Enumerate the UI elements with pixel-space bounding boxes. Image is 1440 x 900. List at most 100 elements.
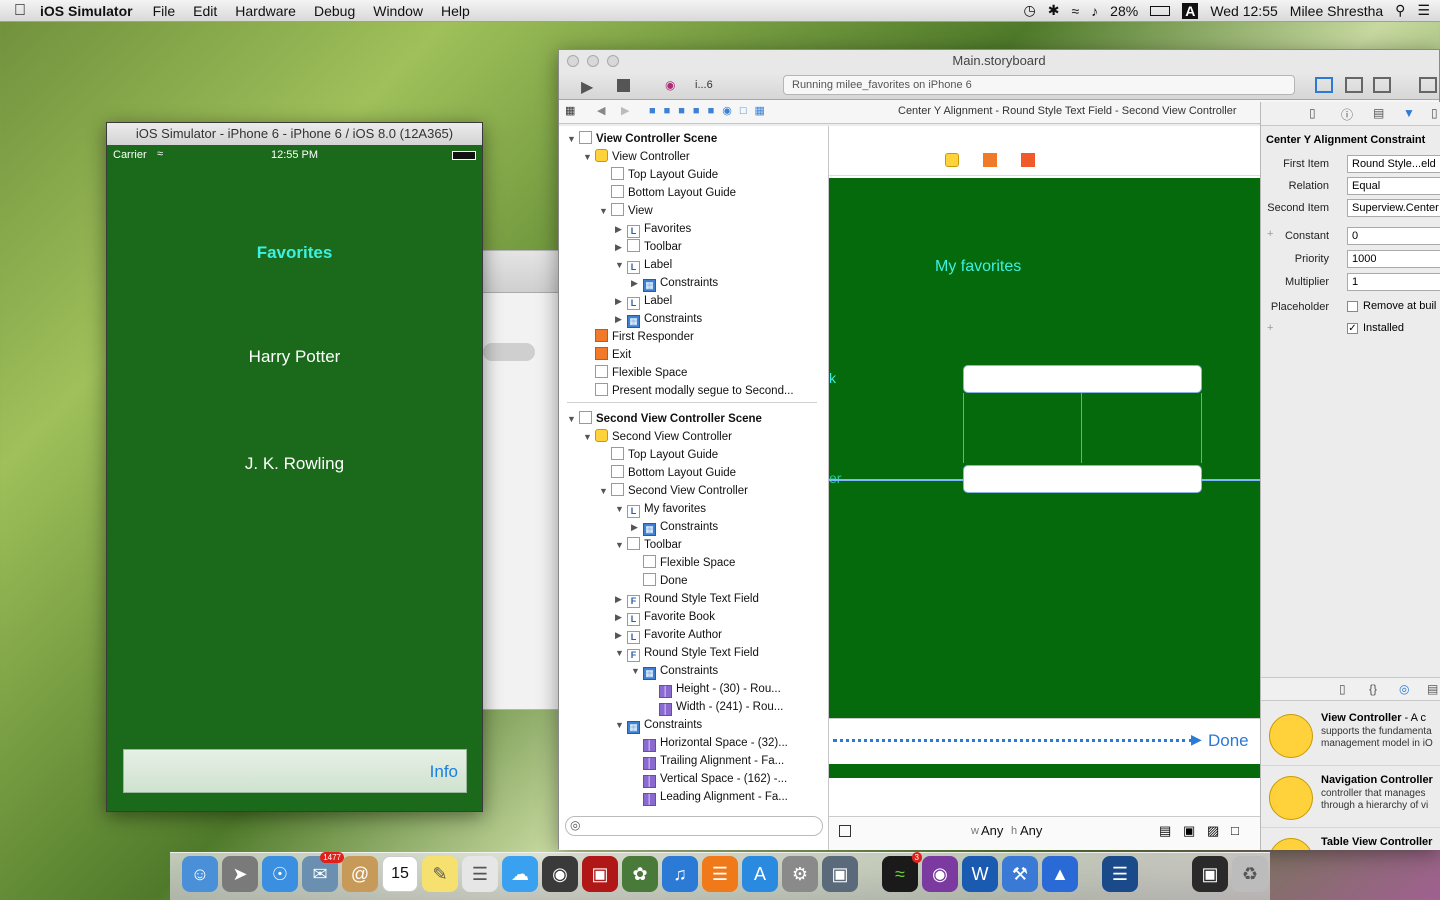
close-button[interactable] bbox=[567, 55, 579, 67]
wifi-icon[interactable]: ≈ bbox=[1071, 3, 1079, 19]
outline-row[interactable]: ▼ Second View Controller Scene bbox=[567, 410, 762, 428]
spotify-dock-icon[interactable]: ≈ 3 bbox=[882, 852, 922, 892]
disclosure-triangle-icon[interactable]: ▶ bbox=[631, 518, 643, 536]
object-library-icon[interactable]: ◎ bbox=[1399, 682, 1409, 696]
disclosure-triangle-icon[interactable]: ▶ bbox=[615, 292, 627, 310]
disclosure-triangle-icon[interactable]: ▶ bbox=[615, 590, 627, 608]
outline-row[interactable]: First Responder bbox=[583, 328, 694, 346]
info-button[interactable]: Info bbox=[430, 762, 458, 782]
document-dock-icon[interactable]: ☰ bbox=[1102, 856, 1138, 892]
toggle-outline-icon[interactable] bbox=[839, 825, 851, 837]
outline-row[interactable]: ▶ ▦ Constraints bbox=[631, 518, 718, 536]
text-field-author[interactable] bbox=[963, 465, 1202, 493]
disclosure-triangle-icon[interactable]: ▼ bbox=[567, 130, 579, 148]
outline-row[interactable]: Bottom Layout Guide bbox=[599, 464, 736, 482]
my-favorites-label[interactable]: My favorites bbox=[935, 258, 1021, 276]
exit-dock-icon[interactable] bbox=[1021, 153, 1035, 167]
run-button[interactable]: ▶ bbox=[581, 77, 593, 97]
calendar-dock-icon[interactable]: 15 bbox=[382, 856, 418, 892]
related-items-icon[interactable]: ▦ bbox=[565, 104, 575, 117]
word-dock-icon[interactable]: W bbox=[962, 856, 998, 892]
outline-row[interactable]: ▼ L Label bbox=[615, 256, 672, 274]
outline-row[interactable]: │ Width - (241) - Rou... bbox=[647, 698, 783, 716]
navigator-toggle-icon[interactable] bbox=[1419, 77, 1437, 93]
outline-row[interactable]: ▼ View Controller bbox=[583, 148, 690, 166]
breadcrumb-icons[interactable]: ■■■■■◉□▦ bbox=[649, 104, 773, 117]
finder-selection-row[interactable] bbox=[483, 343, 535, 361]
outline-row[interactable]: ▶ F Round Style Text Field bbox=[615, 590, 759, 608]
xcode-dock-icon[interactable]: ⚒ bbox=[1002, 856, 1038, 892]
outline-row[interactable]: Flexible Space bbox=[583, 364, 687, 382]
view-controller-dock-icon[interactable] bbox=[945, 153, 959, 167]
disclosure-triangle-icon[interactable]: ▼ bbox=[599, 482, 611, 500]
media-library-icon[interactable]: ▤ bbox=[1427, 682, 1438, 696]
app-store-dock-icon[interactable]: A bbox=[742, 856, 778, 892]
storyboard-canvas[interactable]: My favorites k er ▶ Done w Any h Any ▤ ▣… bbox=[829, 126, 1260, 850]
disclosure-triangle-icon[interactable]: ▼ bbox=[567, 410, 579, 428]
stop-button[interactable] bbox=[617, 79, 630, 92]
disclosure-triangle-icon[interactable]: ▼ bbox=[599, 202, 611, 220]
outline-row[interactable]: ▶ ▦ Constraints bbox=[615, 310, 702, 328]
installed-checkbox[interactable]: ✓ bbox=[1347, 323, 1358, 334]
spotlight-search-icon[interactable]: ⚲ bbox=[1395, 2, 1405, 19]
disclosure-triangle-icon[interactable]: ▶ bbox=[615, 220, 627, 238]
outline-row[interactable]: │ Vertical Space - (162) -... bbox=[631, 770, 787, 788]
menu-file[interactable]: File bbox=[153, 3, 176, 19]
disclosure-triangle-icon[interactable]: ▶ bbox=[615, 608, 627, 626]
system-preferences-dock-icon[interactable]: ⚙ bbox=[782, 856, 818, 892]
messages-dock-icon[interactable]: ☁ bbox=[502, 856, 538, 892]
itunes-dock-icon[interactable]: ♫ bbox=[662, 856, 698, 892]
facetime-dock-icon[interactable]: ◉ bbox=[542, 856, 578, 892]
disclosure-triangle-icon[interactable]: ▼ bbox=[631, 662, 643, 680]
disclosure-triangle-icon[interactable]: ▼ bbox=[615, 256, 627, 274]
back-arrow-icon[interactable]: ◀ bbox=[597, 104, 605, 117]
photo-booth-dock-icon[interactable]: ▣ bbox=[582, 856, 618, 892]
resolve-icon[interactable]: ▨ bbox=[1207, 823, 1219, 839]
multiplier-field[interactable]: 1 bbox=[1347, 273, 1440, 291]
reminders-dock-icon[interactable]: ☰ bbox=[462, 856, 498, 892]
installed-add-icon[interactable]: + bbox=[1267, 322, 1273, 334]
placeholder-checkbox[interactable] bbox=[1347, 301, 1358, 312]
outline-row[interactable]: ▶ ▦ Constraints bbox=[631, 274, 718, 292]
safari-dock-icon[interactable]: ☉ bbox=[262, 856, 298, 892]
menu-hardware[interactable]: Hardware bbox=[235, 3, 296, 19]
outline-row[interactable]: │ Horizontal Space - (32)... bbox=[631, 734, 788, 752]
disclosure-triangle-icon[interactable]: ▶ bbox=[615, 310, 627, 328]
outline-row[interactable]: Done bbox=[631, 572, 688, 590]
quick-help-icon[interactable]: ⓘ bbox=[1341, 106, 1353, 123]
disclosure-triangle-icon[interactable]: ▼ bbox=[615, 536, 627, 554]
size-class-width[interactable]: Any bbox=[981, 823, 1003, 838]
mail-dock-icon[interactable]: ✉ 1477 bbox=[302, 852, 344, 892]
disclosure-triangle-icon[interactable]: ▶ bbox=[615, 238, 627, 256]
size-inspector-icon[interactable]: ▯ bbox=[1431, 106, 1438, 120]
outline-row[interactable]: ▶ L Favorite Author bbox=[615, 626, 722, 644]
size-class-height[interactable]: Any bbox=[1020, 823, 1042, 838]
volume-icon[interactable]: ♪ bbox=[1091, 3, 1098, 19]
time-machine-icon[interactable]: ◷ bbox=[1024, 2, 1036, 19]
ios-simulator-dock-icon[interactable]: ▲ bbox=[1042, 856, 1078, 892]
outline-row[interactable]: ▼ Second View Controller bbox=[583, 428, 732, 446]
menu-help[interactable]: Help bbox=[441, 3, 470, 19]
identity-inspector-icon[interactable]: ▤ bbox=[1373, 106, 1384, 120]
assistant-editor-icon[interactable] bbox=[1345, 77, 1363, 93]
scheme-icon[interactable]: ◉ bbox=[665, 78, 675, 92]
outline-row[interactable]: │ Trailing Alignment - Fa... bbox=[631, 752, 784, 770]
github-dock-icon[interactable]: ◉ bbox=[922, 856, 958, 892]
outline-row[interactable]: ▼ View Controller Scene bbox=[567, 130, 717, 148]
outline-row[interactable]: ▼ View bbox=[599, 202, 653, 220]
disclosure-triangle-icon[interactable]: ▼ bbox=[615, 644, 627, 662]
finder-dock-icon[interactable]: ☺ bbox=[182, 856, 218, 892]
menu-window[interactable]: Window bbox=[373, 3, 423, 19]
outline-row[interactable]: │ Height - (30) - Rou... bbox=[647, 680, 781, 698]
text-field-book[interactable] bbox=[963, 365, 1202, 393]
outline-row[interactable]: ▼ ▦ Constraints bbox=[631, 662, 718, 680]
disclosure-triangle-icon[interactable]: ▼ bbox=[615, 716, 627, 734]
outline-row[interactable]: ▼ L My favorites bbox=[615, 500, 706, 518]
preview-dock-icon[interactable]: ▣ bbox=[822, 856, 858, 892]
app-menu[interactable]: iOS Simulator bbox=[40, 3, 133, 19]
breadcrumb-path[interactable]: Center Y Alignment - Round Style Text Fi… bbox=[898, 105, 1237, 117]
launchpad-dock-icon[interactable]: ➤ bbox=[222, 856, 258, 892]
attributes-inspector-icon[interactable]: ▼ bbox=[1403, 106, 1415, 120]
outline-filter-field[interactable]: ◎ bbox=[565, 816, 823, 836]
file-inspector-icon[interactable]: ▯ bbox=[1309, 106, 1316, 120]
